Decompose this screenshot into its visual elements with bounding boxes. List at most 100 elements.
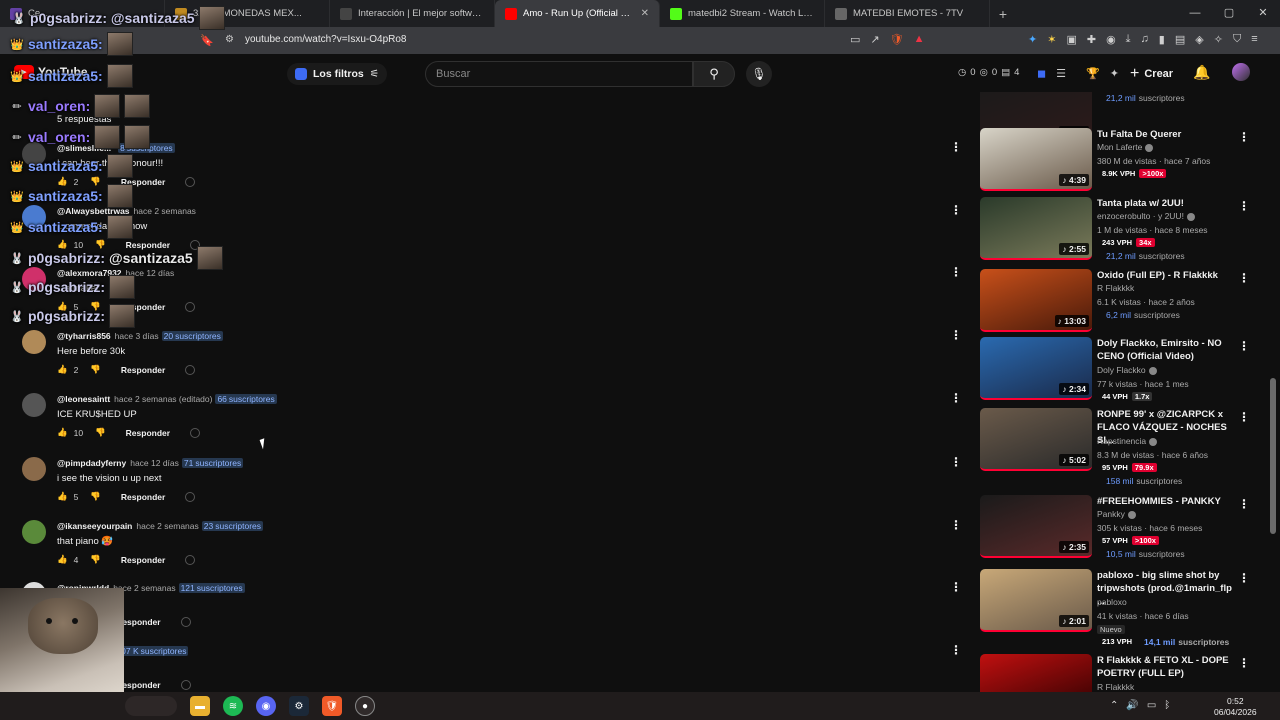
reply-button[interactable]: Responder — [121, 365, 165, 375]
video-more-icon[interactable]: ⋮ — [1238, 339, 1250, 353]
url-field[interactable]: youtube.com/watch?v=Isxu-O4pRo8 — [245, 34, 406, 45]
steam-icon[interactable]: ⚙ — [289, 696, 309, 716]
video-thumbnail[interactable]: ♪ 2:55 — [980, 197, 1092, 260]
comment-more-icon[interactable]: ⋮ — [950, 455, 962, 469]
reply-button[interactable]: Responder — [126, 428, 170, 438]
comment-more-icon[interactable]: ⋮ — [950, 203, 962, 217]
dislike-icon[interactable]: 👎 — [95, 427, 106, 438]
page-scrollbar[interactable] — [1270, 92, 1276, 692]
channel-name[interactable]: R Flakkkk — [1097, 283, 1134, 293]
browser-tab[interactable]: Interacción | El mejor software para p..… — [330, 0, 495, 27]
scrollbar-thumb[interactable] — [1270, 378, 1276, 534]
like-icon[interactable]: 👍 — [57, 364, 68, 375]
brave-shield-icon[interactable]: 🛡 — [890, 33, 904, 46]
voice-search-button[interactable]: 🎙 — [746, 61, 772, 87]
recommended-video[interactable]: ♪ 2:01 pabloxo - big slime shot by tripws… — [978, 569, 1258, 647]
extension-2-icon[interactable]: ✶ — [1047, 33, 1056, 46]
video-thumbnail[interactable]: ♪ 4:39 — [980, 128, 1092, 191]
chevron-up-icon[interactable]: ⌃ — [1110, 700, 1118, 711]
download-icon[interactable]: ⤓ — [1126, 33, 1131, 46]
recommended-video[interactable]: ♪ 2:34 Doly Flackko, Emirsito - NO CENO (… — [978, 337, 1258, 405]
comment-author[interactable]: @leonesaintt — [57, 394, 110, 404]
reply-button[interactable]: Responder — [121, 492, 165, 502]
video-thumbnail[interactable]: ♪ 13:03 — [980, 269, 1092, 332]
video-thumbnail[interactable] — [980, 654, 1092, 692]
channel-name[interactable]: enzocerobulto · y 2UU! — [1097, 211, 1195, 221]
comment-time[interactable]: hace 2 semanas — [136, 521, 198, 531]
extension-1-icon[interactable]: ✦ — [1028, 33, 1037, 46]
search-button[interactable]: ⚲ — [693, 61, 735, 87]
comment-avatar[interactable] — [22, 520, 46, 544]
channel-name[interactable]: R Flakkkk — [1097, 682, 1134, 692]
comment-author[interactable]: @ikanseeyourpain — [57, 521, 132, 531]
creator-heart-icon[interactable] — [185, 364, 196, 375]
comment-more-icon[interactable]: ⋮ — [950, 265, 962, 279]
like-icon[interactable]: 👍 — [57, 491, 68, 502]
extension-5-icon[interactable]: ◉ — [1106, 33, 1116, 46]
channel-name[interactable]: pabloxo — [1097, 597, 1127, 607]
video-more-icon[interactable]: ⋮ — [1238, 199, 1250, 213]
sort-icon[interactable]: ☰ — [1056, 67, 1066, 80]
creator-heart-icon[interactable] — [190, 427, 201, 438]
tab-close-icon[interactable]: ✕ — [641, 8, 649, 19]
comment-more-icon[interactable]: ⋮ — [950, 328, 962, 342]
video-title[interactable]: Tu Falta De Querer — [1097, 128, 1237, 141]
account-avatar[interactable] — [1232, 63, 1250, 81]
video-title[interactable]: Doly Flackko, Emirsito - NO CENO (Offici… — [1097, 337, 1237, 363]
like-icon[interactable]: 👍 — [57, 427, 68, 438]
shield-icon[interactable]: ⛉ — [1233, 33, 1241, 46]
video-title[interactable]: R Flakkkk & FETO XL - DOPE POETRY (FULL … — [1097, 654, 1237, 680]
channel-name[interactable]: Pankky — [1097, 509, 1136, 519]
video-thumbnail[interactable]: ♪ 2:35 — [980, 495, 1092, 558]
recommended-video[interactable]: R Flakkkk & FETO XL - DOPE POETRY (FULL … — [978, 654, 1258, 692]
bluetooth-icon[interactable]: ᛒ — [1164, 700, 1170, 711]
comment-more-icon[interactable]: ⋮ — [950, 518, 962, 532]
cast-icon[interactable]: ▭ — [850, 33, 860, 46]
video-more-icon[interactable]: ⋮ — [1238, 656, 1250, 670]
dislike-icon[interactable]: 👎 — [90, 491, 101, 502]
video-title[interactable]: Oxido (Full EP) - R Flakkkk — [1097, 269, 1237, 282]
like-icon[interactable]: 👍 — [57, 554, 68, 565]
comment-more-icon[interactable]: ⋮ — [950, 580, 962, 594]
video-more-icon[interactable]: ⋮ — [1238, 271, 1250, 285]
menu-icon[interactable]: ≡ — [1251, 33, 1257, 46]
video-title[interactable]: #FREEHOMMIES - PANKKY — [1097, 495, 1237, 508]
sidebar-icon[interactable]: ▮ — [1159, 33, 1165, 46]
taskbar-clock[interactable]: 0:52 06/04/2026 — [1214, 696, 1257, 718]
creator-heart-icon[interactable] — [185, 554, 196, 565]
channel-name[interactable]: Doly Flackko — [1097, 365, 1157, 375]
channel-name[interactable]: Rapstinencia — [1097, 436, 1158, 446]
video-more-icon[interactable]: ⋮ — [1238, 130, 1250, 144]
comment-author[interactable]: @pimpdadyferny — [57, 458, 126, 468]
reply-button[interactable]: Responder — [121, 555, 165, 565]
creator-heart-icon[interactable] — [180, 616, 191, 627]
volume-icon[interactable]: 🔊 — [1126, 700, 1138, 711]
close-window-icon[interactable]: ✕ — [1246, 0, 1280, 27]
brave-browser-icon[interactable]: 🛡 — [322, 696, 342, 716]
browser-tab[interactable]: MATEDBI EMOTES - 7TV — [825, 0, 990, 27]
comment-more-icon[interactable]: ⋮ — [950, 643, 962, 657]
dislike-icon[interactable]: 👎 — [90, 364, 101, 375]
video-thumbnail[interactable]: ♪ 2:01 — [980, 569, 1092, 632]
comment-more-icon[interactable]: ⋮ — [950, 391, 962, 405]
leo-icon[interactable]: ✧ — [1214, 33, 1223, 46]
video-title[interactable]: Tanta plata w/ 2UU! — [1097, 197, 1237, 210]
channel-name[interactable]: Mon Laferte — [1097, 142, 1154, 152]
notifications-bell-icon[interactable]: 🔔 — [1193, 64, 1210, 81]
spotify-icon[interactable]: ≋ — [223, 696, 243, 716]
taskbar-search[interactable] — [125, 696, 177, 716]
recommended-video[interactable]: ♪ 2:55 Tanta plata w/ 2UU! enzocerobulto ·… — [978, 197, 1258, 265]
extension-3-icon[interactable]: ▣ — [1066, 33, 1076, 46]
wallet-icon[interactable]: ▤ — [1175, 33, 1185, 46]
recommended-video[interactable]: ♪ 2:35 #FREEHOMMIES - PANKKY Pankky 305 k v… — [978, 495, 1258, 563]
share-icon[interactable]: ↗ — [870, 33, 879, 46]
maximize-icon[interactable]: ▢ — [1212, 0, 1246, 27]
discord-icon[interactable]: ◉ — [256, 696, 276, 716]
video-more-icon[interactable]: ⋮ — [1238, 571, 1250, 585]
obs-icon[interactable]: ● — [355, 696, 375, 716]
minimize-icon[interactable]: — — [1178, 0, 1212, 27]
search-input[interactable]: Buscar — [425, 61, 693, 87]
file-explorer-icon[interactable]: ▬ — [190, 696, 210, 716]
sparkle-icon[interactable]: ✦ — [1110, 67, 1119, 80]
puzzle-icon[interactable]: ✚ — [1087, 33, 1096, 46]
